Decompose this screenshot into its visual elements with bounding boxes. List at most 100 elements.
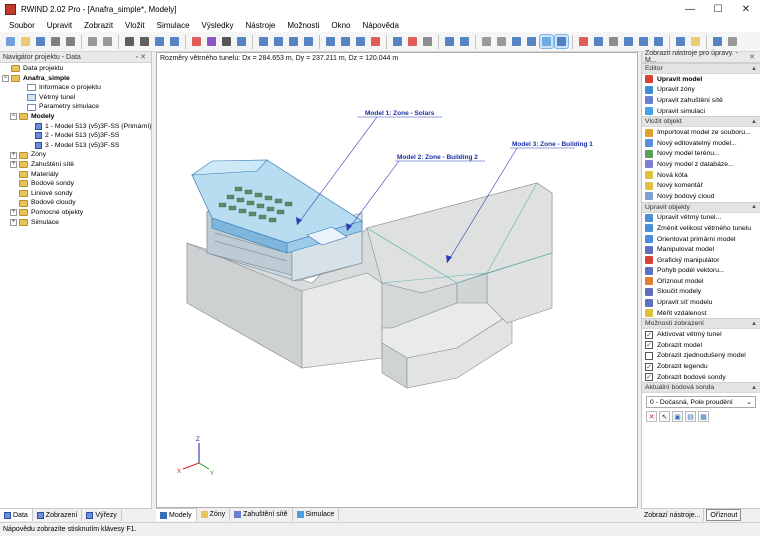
menu-item-5[interactable]: Výsledky (196, 21, 240, 30)
close-button[interactable]: ✕ (732, 0, 760, 18)
toolbar-button-icon[interactable] (123, 35, 136, 48)
menu-item-7[interactable]: Možnosti (281, 21, 325, 30)
tool-item[interactable]: Změnit velikost větrného tunelu (642, 223, 760, 234)
toolbar-button-icon[interactable] (607, 35, 620, 48)
tree-item[interactable]: Materiály (0, 170, 151, 180)
toolbar-button-icon[interactable] (480, 35, 493, 48)
menu-item-1[interactable]: Upravit (41, 21, 78, 30)
toolbar-button-icon[interactable] (592, 35, 605, 48)
collapse-icon[interactable]: − (10, 113, 17, 121)
toolbar-button-icon[interactable] (205, 35, 218, 48)
tool-item[interactable]: Nový bodový cloud (642, 191, 760, 202)
display-option[interactable]: ✓ Zobrazit bodové sondy (642, 372, 760, 383)
toolbar-button-icon[interactable] (622, 35, 635, 48)
toolbar-button-icon[interactable] (19, 35, 32, 48)
toolbar-button-icon[interactable] (637, 35, 650, 48)
checkbox[interactable]: ✓ (645, 330, 653, 339)
menu-item-9[interactable]: Nápověda (356, 21, 404, 30)
section-header[interactable]: Upravit objekty ▲ (642, 201, 760, 213)
tree-item[interactable]: + Zóny (0, 150, 151, 160)
toolbar-button-icon[interactable] (153, 35, 166, 48)
toolbar-button-icon[interactable] (674, 35, 687, 48)
collapse-arrow-icon[interactable]: ▲ (751, 204, 757, 210)
toolbar-button-icon[interactable] (339, 35, 352, 48)
toolbar-button-icon[interactable] (510, 35, 523, 48)
grid-icon[interactable]: ▦ (698, 411, 709, 423)
toolbar-button-icon[interactable] (86, 35, 99, 48)
tool-item[interactable]: Upravit síť modelu (642, 297, 760, 308)
tool-item[interactable]: Nový komentář (642, 180, 760, 191)
checkbox[interactable]: ✓ (645, 373, 653, 382)
collapse-arrow-icon[interactable]: ▲ (751, 321, 757, 327)
save-icon[interactable]: ▣ (672, 411, 683, 423)
toolbar-button-icon[interactable] (190, 35, 203, 48)
navigator-tab-1[interactable]: Zobrazení (33, 509, 83, 521)
toolbar-button-icon[interactable] (257, 35, 270, 48)
toolbar-button-icon[interactable] (354, 35, 367, 48)
menu-item-3[interactable]: Vložit (119, 21, 151, 30)
tree-item[interactable]: + Pomocné objekty (0, 208, 151, 218)
point-probe-select[interactable]: 0 - Dočasná, Pole proudění ⌄ (646, 396, 756, 409)
collapse-arrow-icon[interactable]: ▲ (751, 119, 757, 125)
tree-item[interactable]: 1 - Model 513 (v5)3F-SS (Primární) (0, 122, 152, 132)
tree-item[interactable]: Informace o projektu (0, 83, 151, 93)
collapse-arrow-icon[interactable]: ▲ (751, 66, 757, 72)
toolbar-button-icon[interactable] (421, 35, 434, 48)
tree-item[interactable]: Bodové sondy (0, 179, 151, 189)
maximize-button[interactable]: ☐ (704, 0, 732, 18)
toolbar-button-icon[interactable] (443, 35, 456, 48)
checkbox[interactable]: ✓ (645, 341, 653, 350)
expand-icon[interactable]: + (10, 209, 17, 217)
checkbox[interactable] (645, 351, 653, 360)
tool-item[interactable]: Oříznout model (642, 276, 760, 287)
expand-icon[interactable]: + (10, 218, 17, 226)
tool-item[interactable]: Orientovat primární model (642, 234, 760, 245)
tree-item[interactable]: − Anafra_simple (0, 74, 151, 84)
toolbar-button-icon[interactable] (539, 34, 554, 49)
toolbar-button-icon[interactable] (652, 35, 665, 48)
minimize-button[interactable]: — (676, 0, 704, 18)
tool-item[interactable]: Manipulovat model (642, 244, 760, 255)
tool-item[interactable]: Upravit větrný tunel... (642, 213, 760, 224)
tool-item[interactable]: Upravit zahuštění sítě (642, 95, 760, 106)
table-icon[interactable]: ▤ (685, 411, 696, 423)
viewport-tab-3[interactable]: Simulace (293, 508, 340, 521)
tool-item[interactable]: Importovat model ze souboru... (642, 127, 760, 138)
tool-item[interactable]: Upravit simulaci (642, 106, 760, 117)
expand-icon[interactable]: + (10, 161, 17, 169)
section-header[interactable]: Možnosti zobrazení ▲ (642, 318, 760, 330)
toolbar-button-icon[interactable] (711, 35, 724, 48)
3d-viewport[interactable]: Rozměry větrného tunelu: Dx = 284.653 m,… (156, 52, 638, 508)
toolbar-button-icon[interactable] (726, 35, 739, 48)
tree-item[interactable]: 3 - Model 513 (v5)3F-SS (0, 141, 151, 151)
toolbar-button-icon[interactable] (4, 35, 17, 48)
menu-item-8[interactable]: Okno (325, 21, 356, 30)
display-option[interactable]: ✓ Zobrazit legendu (642, 361, 760, 372)
expand-icon[interactable]: + (10, 151, 17, 159)
section-header[interactable]: Editor ▲ (642, 63, 760, 74)
tool-item[interactable]: Nový model z databáze... (642, 159, 760, 170)
toolbar-button-icon[interactable] (458, 35, 471, 48)
toolbar-button-icon[interactable] (138, 35, 151, 48)
tool-item[interactable]: Upravit model (642, 74, 760, 85)
tree-item[interactable]: − Modely (0, 112, 151, 122)
display-option[interactable]: Zobrazit zjednodušený model (642, 351, 760, 362)
tree-item[interactable]: 2 - Model 513 (v5)3F-SS (0, 131, 151, 141)
checkbox[interactable]: ✓ (645, 362, 653, 371)
toolbar-button-icon[interactable] (369, 35, 382, 48)
toolbar-button-icon[interactable] (49, 35, 62, 48)
navigator-tab-0[interactable]: Data (0, 509, 33, 521)
tree-item[interactable]: Parametry simulace (0, 102, 151, 112)
viewport-tab-2[interactable]: Zahuštění sítě (230, 508, 293, 521)
menu-item-4[interactable]: Simulace (151, 21, 196, 30)
toolbar-button-icon[interactable] (495, 35, 508, 48)
toolbar-button-icon[interactable] (525, 35, 538, 48)
toolbar-button-icon[interactable] (220, 35, 233, 48)
display-option[interactable]: ✓ Zobrazit model (642, 340, 760, 351)
model-scene[interactable]: Model 1: Zone - Solars Model 2: Zone - B… (157, 53, 637, 507)
toolbar-button-icon[interactable] (554, 34, 569, 49)
tool-item[interactable]: Pohyb podél vektoru... (642, 266, 760, 277)
tree-item[interactable]: + Zahuštění sítě (0, 160, 151, 170)
tool-item[interactable]: Upravit zóny (642, 85, 760, 96)
tool-item[interactable]: Grafický manipulátor (642, 255, 760, 266)
